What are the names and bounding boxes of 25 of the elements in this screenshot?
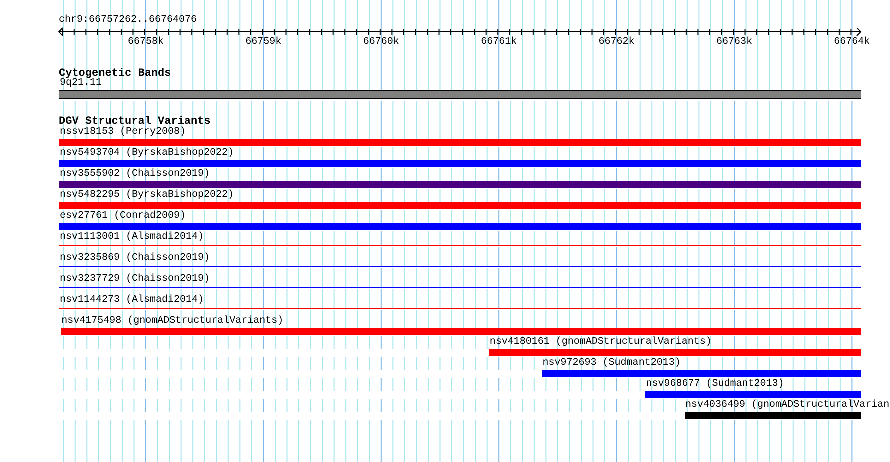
ruler-tick-label: 66761k <box>481 37 518 49</box>
feature-label: nsv972693 (Sudmant2013) <box>542 358 681 370</box>
track-title: DGV Structural Variants <box>59 116 212 128</box>
feature-label: esv27761 (Conrad2009) <box>59 211 186 223</box>
feature-label: nsv968677 (Sudmant2013) <box>645 379 784 391</box>
ruler-title: chr9:66757262..66764076 <box>59 15 198 27</box>
ruler-tick-label: 66762k <box>598 37 635 49</box>
ruler-tick-label: 66760k <box>363 37 400 49</box>
feature-label: nsv4175498 (gnomADStructuralVariants) <box>60 316 284 328</box>
ruler-tick-label: 66759k <box>246 37 282 49</box>
feature-label: nsv1113001 (Alsmadi2014) <box>59 232 204 244</box>
track-title: Cytogenetic Bands <box>59 68 172 80</box>
feature-label: nsv4036499 (gnomADStructuralVarian <box>684 400 890 412</box>
feature-label: nsv4180161 (gnomADStructuralVariants) <box>488 337 712 349</box>
feature-label: nssv18153 (Perry2008) <box>59 127 186 139</box>
feature-label: nsv5482295 (ByrskaBishop2022) <box>59 190 234 202</box>
feature-label: nsv3235869 (Chaisson2019) <box>59 253 210 265</box>
feature-label: nsv3555902 (Chaisson2019) <box>59 169 210 181</box>
feature-label: nsv5493704 (ByrskaBishop2022) <box>59 148 234 160</box>
feature-label: 9q21.11 <box>60 78 102 90</box>
ruler-tick-label: 66758k <box>128 37 164 49</box>
ruler-tick-label: 66763k <box>716 37 752 49</box>
feature-label: nsv1144273 (Alsmadi2014) <box>59 295 204 307</box>
ruler-tick-label: 66764k <box>834 37 870 49</box>
feature-label: nsv3237729 (Chaisson2019) <box>59 274 210 286</box>
